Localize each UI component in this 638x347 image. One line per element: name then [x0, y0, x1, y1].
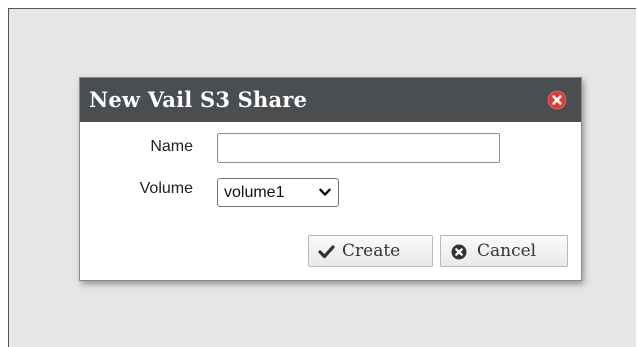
create-button-label: Create [342, 241, 401, 261]
volume-selected-value: volume1 [224, 184, 285, 201]
cancel-button[interactable]: Cancel [440, 235, 568, 267]
name-label: Name [150, 138, 193, 155]
new-share-dialog: New Vail S3 Share Name Volume volume1 Cr… [79, 77, 582, 281]
cancel-button-label: Cancel [477, 241, 537, 261]
create-button[interactable]: Create [308, 235, 433, 267]
volume-select[interactable]: volume1 [217, 178, 339, 207]
dialog-title: New Vail S3 Share [89, 87, 308, 112]
name-input[interactable] [217, 133, 500, 163]
cancel-circle-icon [451, 244, 467, 260]
close-button[interactable] [547, 90, 567, 110]
dialog-titlebar: New Vail S3 Share [80, 78, 581, 122]
close-icon [547, 90, 567, 110]
checkmark-icon [318, 245, 335, 259]
chevron-down-icon [319, 188, 331, 196]
volume-label: Volume [139, 180, 193, 197]
